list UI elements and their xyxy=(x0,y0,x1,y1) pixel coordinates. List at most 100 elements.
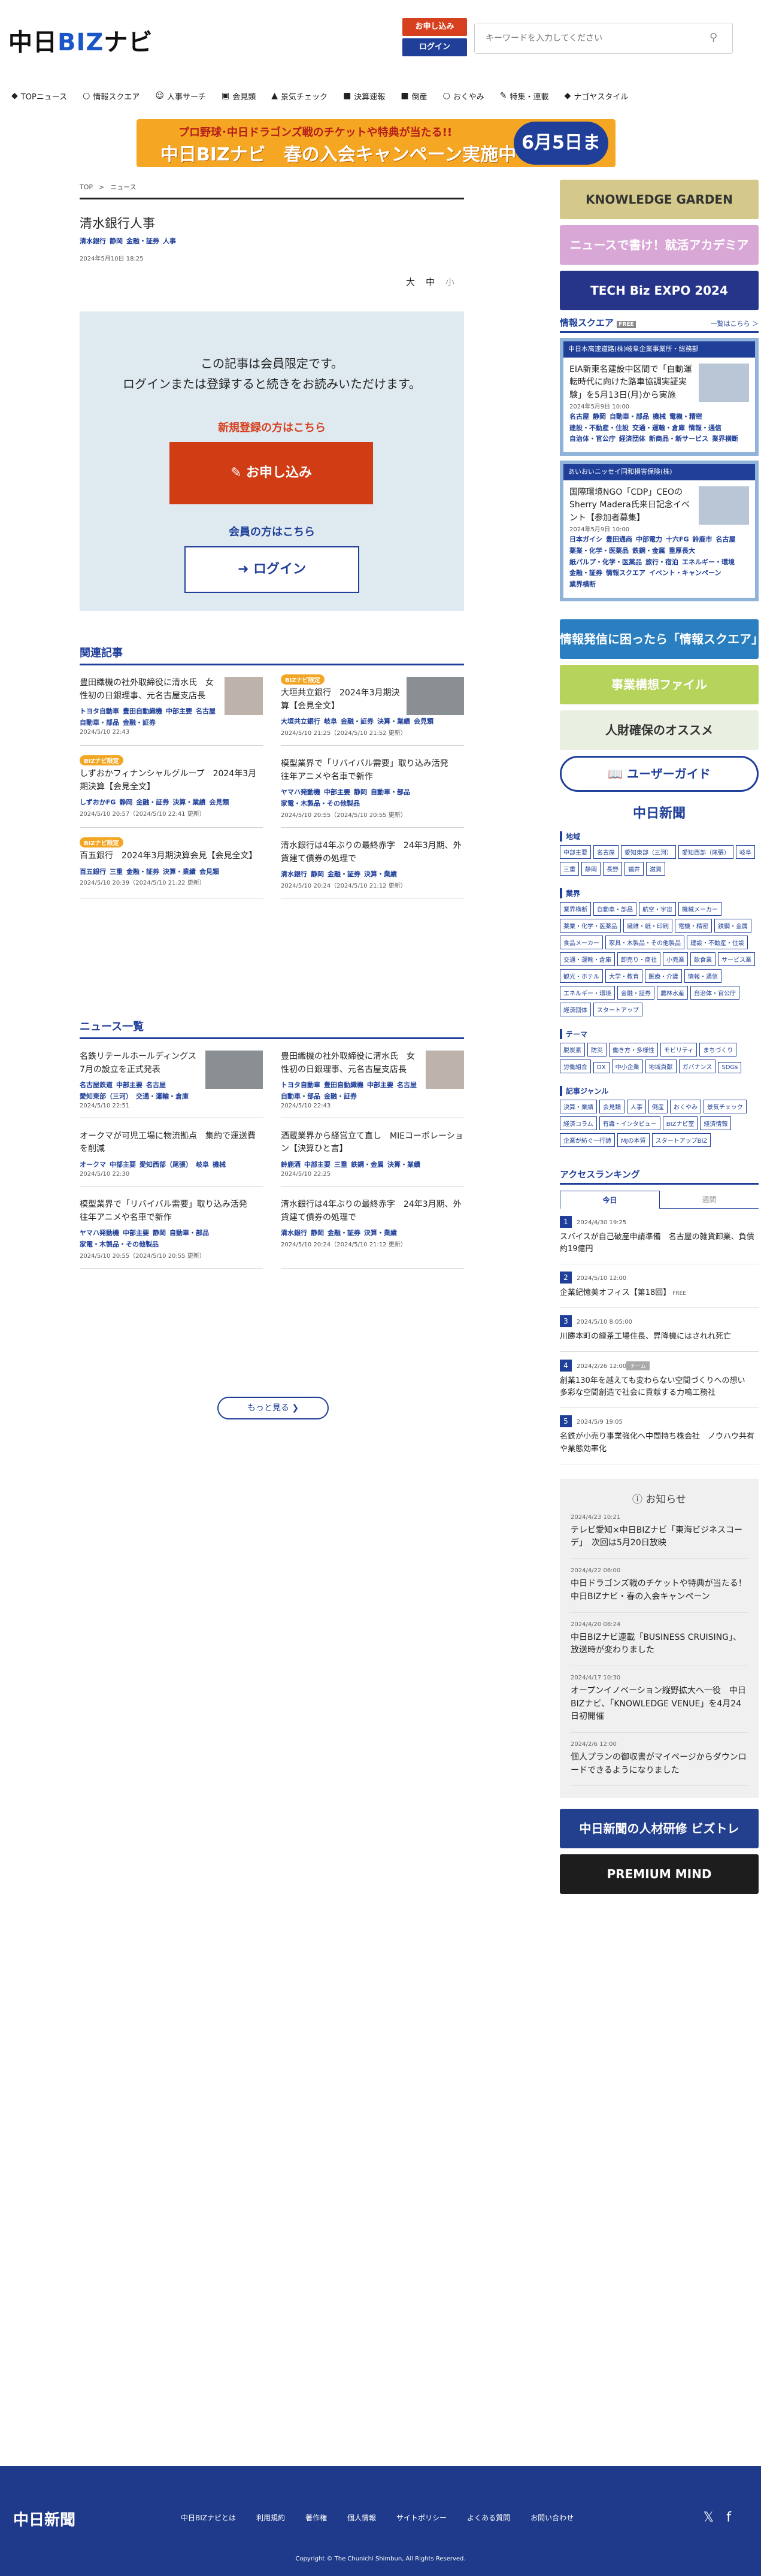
square-tag[interactable]: 情報スクエア xyxy=(606,568,645,579)
article-tag[interactable]: 三重 xyxy=(334,1160,347,1171)
category-tag[interactable]: 経済団体 xyxy=(560,1002,591,1016)
nav-item[interactable]: ■ 倒産 xyxy=(393,84,435,108)
facebook-icon[interactable]: f xyxy=(726,2510,731,2525)
category-tag[interactable]: サービス業 xyxy=(718,952,755,966)
article-tag[interactable]: 大垣共立銀行 xyxy=(281,716,320,728)
article-title[interactable]: オークマが可児工場に物流拠点 集約で運送費を削減 xyxy=(80,1130,263,1156)
paper-logo[interactable]: 中日新聞 xyxy=(560,803,759,822)
sidebar-banner[interactable]: PREMIUM MIND xyxy=(560,1854,759,1894)
square-tag[interactable]: エネルギー・環境 xyxy=(682,557,735,568)
article-tag[interactable]: 清水銀行 xyxy=(281,1228,307,1239)
apply-button[interactable]: お申し込み xyxy=(402,18,467,36)
article-tag[interactable]: 金融・証券 xyxy=(136,797,169,809)
category-tag[interactable]: 大学・教育 xyxy=(605,968,642,983)
ranking-item[interactable]: 5 2024/5/9 19:05 名鉄が小売り事業強化へ中間持ち株会社 ノウハウ共有… xyxy=(560,1408,759,1464)
square-tag[interactable]: 鈴鹿市 xyxy=(693,534,713,546)
category-tag[interactable]: 経済コラム xyxy=(560,1116,597,1130)
category-tag[interactable]: 自治体・官公庁 xyxy=(690,985,739,1000)
category-tag[interactable]: DX xyxy=(593,1061,610,1073)
font-medium[interactable]: 中 xyxy=(426,277,435,287)
square-tag[interactable]: 経済団体 xyxy=(619,434,645,445)
square-tag[interactable]: 豊田通商 xyxy=(606,534,632,546)
category-tag[interactable]: 岐阜 xyxy=(736,844,755,859)
category-tag[interactable]: 薬業・化学・医薬品 xyxy=(560,918,621,933)
category-tag[interactable]: 愛知西部（尾張） xyxy=(678,844,733,859)
article-title[interactable]: 模型業界で「リバイバル需要」取り込み活発 往年アニメや名車で新作 xyxy=(80,1198,263,1224)
ranking-title[interactable]: 創業130年を越えても変わらない空間づくりへの想い 多彩な空間創造で社会に貢献す… xyxy=(560,1375,759,1399)
category-tag[interactable]: 航空・宇宙 xyxy=(639,901,676,916)
square-tag[interactable]: 重厚長大 xyxy=(669,546,695,557)
category-tag[interactable]: 福井 xyxy=(624,861,644,876)
footer-link[interactable]: よくある質問 xyxy=(467,2514,510,2522)
article-title[interactable]: 模型業界で「リバイバル需要」取り込み活発 往年アニメや名車で新作 xyxy=(281,758,464,783)
footer-link[interactable]: サイトポリシー xyxy=(396,2514,447,2522)
twitter-icon[interactable]: 𝕏 xyxy=(704,2510,714,2525)
category-tag[interactable]: 中部主要 xyxy=(560,844,591,859)
square-tag[interactable]: 静岡 xyxy=(593,411,606,423)
article-tag[interactable]: 中部主要 xyxy=(166,706,192,718)
category-tag[interactable]: SDGs xyxy=(718,1061,742,1073)
notice-item[interactable]: 2024/4/22 06:00 中日ドラゴンズ戦のチケットや特典が当たる！ 中日B… xyxy=(571,1559,755,1613)
category-tag[interactable]: 飲食業 xyxy=(690,952,715,966)
login-button[interactable]: ログイン xyxy=(402,38,467,56)
article-tag[interactable]: トヨタ自動車 xyxy=(80,706,119,718)
category-tag[interactable]: 家具・木製品・その他製品 xyxy=(605,935,684,949)
square-tag[interactable]: 中部電力 xyxy=(636,534,662,546)
square-tag[interactable]: 金融・証券 xyxy=(569,568,602,579)
ranking-item[interactable]: 2 2024/5/10 12:00 企業紀憶美オフィス【第18回】 FREE xyxy=(560,1264,759,1309)
article-tag[interactable]: 自動車・部品 xyxy=(281,1091,320,1103)
article-tag[interactable]: 家電・木製品・その他製品 xyxy=(281,798,360,810)
category-tag[interactable]: 脱炭素 xyxy=(560,1042,585,1057)
article-tag[interactable]: 決算・業績 xyxy=(387,1160,420,1171)
article-tag[interactable]: 金融・証券 xyxy=(341,716,374,728)
article-tag[interactable]: 静岡 xyxy=(110,236,123,247)
ranking-item[interactable]: 4 2024/2/26 12:00 チーム 創業130年を越えても変わらない空間づくり… xyxy=(560,1352,759,1409)
article-tag[interactable]: ヤマハ発動機 xyxy=(281,787,320,798)
category-tag[interactable]: スタートアップBIZ xyxy=(651,1133,711,1147)
article-card[interactable]: 模型業界で「リバイバル需要」取り込み活発 往年アニメや名車で新作 ヤマハ発動機 中部… xyxy=(80,1186,263,1269)
tab-today[interactable]: 今日 xyxy=(560,1190,660,1209)
breadcrumb-top[interactable]: TOP xyxy=(80,183,93,191)
category-tag[interactable]: 食品メーカー xyxy=(560,935,603,949)
category-tag[interactable]: 自動車・部品 xyxy=(593,901,636,916)
sidebar-banner[interactable]: KNOWLEDGE GARDEN xyxy=(560,180,759,219)
notice-title[interactable]: 個人プランの御収書がマイページからダウンロードできるようになりました xyxy=(571,1751,748,1777)
article-card[interactable]: BIZナビ限定 百五銀行 2024年3月期決算会見【会見全文】 百五銀行 三重 金融・証… xyxy=(80,828,263,898)
footer-link[interactable]: 利用規約 xyxy=(256,2514,285,2522)
article-tag[interactable]: 金融・証券 xyxy=(328,869,360,880)
article-tag[interactable]: 名古屋鉄道 xyxy=(80,1080,113,1091)
category-tag[interactable]: 医療・介護 xyxy=(645,968,682,983)
notice-item[interactable]: 2024/4/20 08:24 中日BIZナビ連載「BUSINESS CRUISI… xyxy=(571,1613,748,1666)
category-tag[interactable]: 金融・証券 xyxy=(617,985,654,1000)
article-tag[interactable]: 静岡 xyxy=(354,787,367,798)
category-tag[interactable]: 働き方・多様性 xyxy=(609,1042,658,1057)
category-tag[interactable]: 景気チェック xyxy=(704,1099,747,1113)
article-tag[interactable]: 交通・運輸・倉庫 xyxy=(136,1091,189,1103)
article-tag[interactable]: 豊田自動織機 xyxy=(123,706,162,718)
category-tag[interactable]: 電機・精密 xyxy=(675,918,712,933)
article-tag[interactable]: 鉄鋼・金属 xyxy=(351,1160,384,1171)
article-title[interactable]: 百五銀行 2024年3月期決算会見【会見全文】 xyxy=(80,850,263,863)
square-tag[interactable]: 薬業・化学・医薬品 xyxy=(569,546,629,557)
sidebar-banner[interactable]: 人財確保のオススメ xyxy=(560,710,759,750)
category-tag[interactable]: 繊維・紙・印刷 xyxy=(623,918,672,933)
article-tag[interactable]: 清水銀行 xyxy=(281,869,307,880)
article-card[interactable]: 名鉄リテールホールディングス 7月の設立を正式発表 名古屋鉄道 中部主要 名古屋愛知東… xyxy=(80,1039,263,1118)
notice-item[interactable]: 2024/4/23 10:21 テレビ愛知×中日BIZナビ「東海ビジネスコーデ」 … xyxy=(571,1506,748,1560)
article-title[interactable]: 清水銀行は4年ぶりの最終赤字 24年3月期、外貨建て債券の処理で xyxy=(281,1198,464,1224)
article-tag[interactable]: 金融・証券 xyxy=(123,718,156,729)
category-tag[interactable]: モビリティ xyxy=(660,1042,698,1057)
article-tag[interactable]: 会見類 xyxy=(199,867,219,878)
sidebar-banner[interactable]: TECH Biz EXPO 2024 xyxy=(560,271,759,310)
sidebar-banner[interactable]: ニュースで書け！就活アカデミア xyxy=(560,225,759,265)
article-card[interactable]: 豊田織機の社外取締役に清水氏 女性初の日銀理事、元名古屋支店長 トヨタ自動車 豊田自… xyxy=(80,665,263,746)
category-tag[interactable]: 小売業 xyxy=(663,952,688,966)
article-tag[interactable]: 人事 xyxy=(163,236,176,247)
square-tag[interactable]: 日本ガイシ xyxy=(569,534,602,546)
square-tag[interactable]: 名古屋 xyxy=(716,534,736,546)
ranking-item[interactable]: 3 2024/5/10 8:05:00 川勝本町の緑茶工場住長、昇降機にはされれ死亡 xyxy=(560,1308,759,1352)
category-tag[interactable]: 滋賀 xyxy=(646,861,665,876)
article-card[interactable]: BIZナビ限定 大垣共立銀行 2024年3月期決算【会見全文】 大垣共立銀行 岐阜 金融… xyxy=(281,665,464,746)
article-tag[interactable]: ヤマハ発動機 xyxy=(80,1228,119,1239)
article-title[interactable]: しずおかフィナンシャルグループ 2024年3月期決算【会見全文】 xyxy=(80,768,263,794)
